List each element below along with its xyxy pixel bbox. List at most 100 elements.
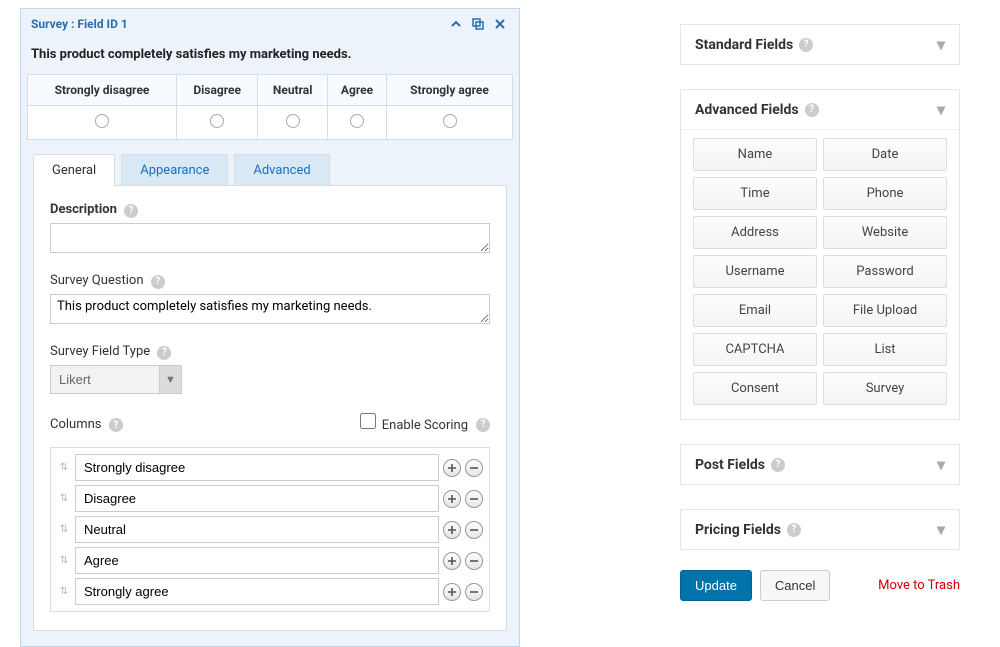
help-icon[interactable]: ?: [109, 418, 123, 432]
chevron-down-icon: ▼: [160, 365, 182, 394]
add-choice-button[interactable]: [443, 490, 461, 508]
field-editor-title: Survey : Field ID 1: [31, 17, 443, 31]
panel-pricing-fields: Pricing Fields ? ▾: [680, 509, 960, 550]
remove-choice-button[interactable]: [465, 490, 483, 508]
editor-tabs: GeneralAppearanceAdvanced: [33, 154, 507, 186]
remove-choice-button[interactable]: [465, 583, 483, 601]
panel-title-standard: Standard Fields: [695, 37, 793, 53]
chevron-down-icon: ▾: [937, 100, 945, 119]
field-button-address[interactable]: Address: [693, 216, 817, 249]
remove-choice-button[interactable]: [465, 521, 483, 539]
field-button-password[interactable]: Password: [823, 255, 947, 288]
likert-radio-cell[interactable]: [327, 106, 386, 140]
add-choice-button[interactable]: [443, 521, 461, 539]
tab-panel-general: Description ? Survey Question ? Survey F…: [33, 185, 507, 631]
field-button-username[interactable]: Username: [693, 255, 817, 288]
help-icon[interactable]: ?: [151, 275, 165, 289]
column-choice-input[interactable]: [75, 578, 439, 605]
help-icon[interactable]: ?: [124, 204, 138, 218]
survey-question-preview: This product completely satisfies my mar…: [21, 39, 519, 74]
field-button-email[interactable]: Email: [693, 294, 817, 327]
field-button-survey[interactable]: Survey: [823, 372, 947, 405]
panel-header-advanced[interactable]: Advanced Fields ? ▾: [681, 90, 959, 129]
column-choice-row: ⇅: [57, 485, 483, 512]
column-choice-input[interactable]: [75, 547, 439, 574]
chevron-down-icon: ▾: [937, 35, 945, 54]
drag-handle-icon[interactable]: ⇅: [57, 549, 71, 573]
panel-post-fields: Post Fields ? ▾: [680, 444, 960, 485]
field-button-time[interactable]: Time: [693, 177, 817, 210]
column-choice-input[interactable]: [75, 485, 439, 512]
likert-radio-cell[interactable]: [387, 106, 513, 140]
field-button-phone[interactable]: Phone: [823, 177, 947, 210]
field-button-file-upload[interactable]: File Upload: [823, 294, 947, 327]
tab-general[interactable]: General: [33, 154, 115, 186]
column-choice-input[interactable]: [75, 454, 439, 481]
field-type-label: Survey Field Type: [50, 344, 150, 359]
description-label: Description: [50, 202, 117, 217]
column-choice-row: ⇅: [57, 454, 483, 481]
field-type-select[interactable]: Likert: [50, 365, 160, 394]
radio-icon[interactable]: [286, 114, 300, 128]
chevron-down-icon: ▾: [937, 455, 945, 474]
field-button-list[interactable]: List: [823, 333, 947, 366]
field-button-captcha[interactable]: CAPTCHA: [693, 333, 817, 366]
panel-title-post: Post Fields: [695, 457, 765, 473]
survey-question-input[interactable]: [50, 294, 490, 324]
drag-handle-icon[interactable]: ⇅: [57, 456, 71, 480]
likert-column-header: Neutral: [258, 75, 328, 106]
help-icon[interactable]: ?: [799, 38, 813, 52]
likert-radio-cell[interactable]: [177, 106, 258, 140]
radio-icon[interactable]: [443, 114, 457, 128]
column-choice-row: ⇅: [57, 547, 483, 574]
column-choice-input[interactable]: [75, 516, 439, 543]
help-icon[interactable]: ?: [771, 458, 785, 472]
field-button-website[interactable]: Website: [823, 216, 947, 249]
drag-handle-icon[interactable]: ⇅: [57, 580, 71, 604]
help-icon[interactable]: ?: [787, 523, 801, 537]
likert-preview: Strongly disagreeDisagreeNeutralAgreeStr…: [27, 74, 513, 140]
tab-advanced[interactable]: Advanced: [234, 154, 329, 186]
help-icon[interactable]: ?: [476, 418, 490, 432]
add-choice-button[interactable]: [443, 459, 461, 477]
chevron-down-icon: ▾: [937, 520, 945, 539]
description-input[interactable]: [50, 223, 490, 253]
remove-choice-button[interactable]: [465, 552, 483, 570]
likert-radio-cell[interactable]: [28, 106, 177, 140]
drag-handle-icon[interactable]: ⇅: [57, 487, 71, 511]
help-icon[interactable]: ?: [157, 346, 171, 360]
update-button[interactable]: Update: [680, 570, 752, 601]
collapse-icon[interactable]: [447, 15, 465, 33]
add-choice-button[interactable]: [443, 583, 461, 601]
survey-question-label: Survey Question: [50, 273, 144, 288]
advanced-fields-grid: NameDateTimePhoneAddressWebsiteUsernameP…: [693, 138, 947, 405]
radio-icon[interactable]: [350, 114, 364, 128]
move-to-trash-link[interactable]: Move to Trash: [878, 578, 960, 593]
panel-advanced-fields: Advanced Fields ? ▾ NameDateTimePhoneAdd…: [680, 89, 960, 420]
panel-header-post[interactable]: Post Fields ? ▾: [681, 445, 959, 484]
panel-title-pricing: Pricing Fields: [695, 522, 781, 538]
radio-icon[interactable]: [95, 114, 109, 128]
enable-scoring-toggle[interactable]: Enable Scoring: [356, 410, 468, 433]
panel-header-pricing[interactable]: Pricing Fields ? ▾: [681, 510, 959, 549]
panel-header-standard[interactable]: Standard Fields ? ▾: [681, 25, 959, 64]
remove-choice-button[interactable]: [465, 459, 483, 477]
tab-appearance[interactable]: Appearance: [121, 154, 228, 186]
enable-scoring-checkbox[interactable]: [360, 413, 376, 429]
add-choice-button[interactable]: [443, 552, 461, 570]
field-button-date[interactable]: Date: [823, 138, 947, 171]
likert-column-header: Agree: [327, 75, 386, 106]
close-icon[interactable]: [491, 15, 509, 33]
radio-icon[interactable]: [210, 114, 224, 128]
help-icon[interactable]: ?: [805, 103, 819, 117]
columns-list: ⇅ ⇅ ⇅ ⇅ ⇅: [50, 447, 490, 612]
field-button-consent[interactable]: Consent: [693, 372, 817, 405]
drag-handle-icon[interactable]: ⇅: [57, 518, 71, 542]
duplicate-icon[interactable]: [469, 15, 487, 33]
field-button-name[interactable]: Name: [693, 138, 817, 171]
cancel-button[interactable]: Cancel: [760, 570, 830, 601]
likert-column-header: Disagree: [177, 75, 258, 106]
likert-radio-cell[interactable]: [258, 106, 328, 140]
column-choice-row: ⇅: [57, 578, 483, 605]
likert-column-header: Strongly disagree: [28, 75, 177, 106]
